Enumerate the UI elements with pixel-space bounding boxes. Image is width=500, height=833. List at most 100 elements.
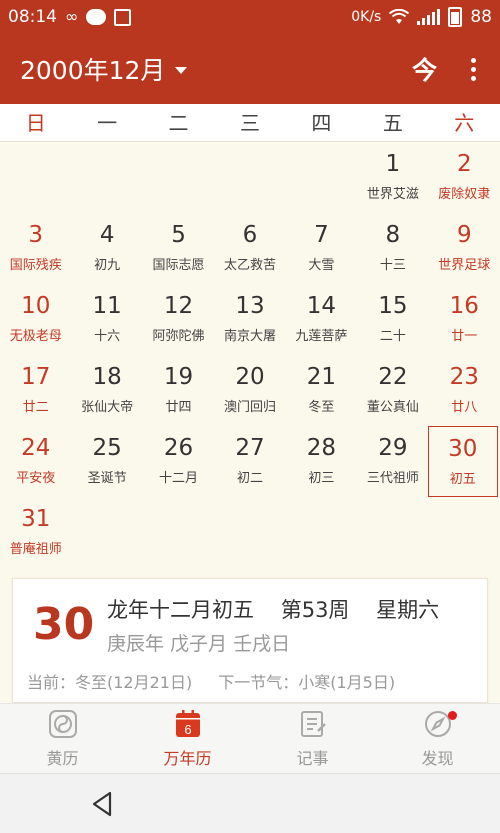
today-button[interactable]: 今 — [412, 51, 437, 87]
calendar-blank-cell — [143, 142, 214, 213]
day-subtitle: 冬至 — [308, 400, 335, 415]
day-subtitle: 廿二 — [22, 400, 49, 415]
yinyang-icon — [48, 709, 77, 738]
calendar-day-5[interactable]: 5 国际志愿 — [143, 213, 214, 284]
day-subtitle: 太乙救苦 — [223, 258, 276, 273]
calendar-day-9[interactable]: 9 世界足球 — [429, 213, 500, 284]
current-solar-term: 当前：冬至(12月21日) — [27, 673, 193, 692]
day-number: 14 — [306, 293, 337, 319]
tab-huangli[interactable]: 黄历 — [0, 704, 125, 773]
calendar-day-22[interactable]: 22 董公真仙 — [357, 355, 428, 426]
tab-calendar[interactable]: 6 万年历 — [125, 704, 250, 773]
calendar-day-10[interactable]: 10 无极老母 — [0, 284, 71, 355]
day-number: 4 — [99, 222, 115, 248]
system-nav-bar — [0, 773, 500, 833]
battery-level: 88 — [470, 7, 492, 27]
tab-discover[interactable]: 发现 — [375, 704, 500, 773]
day-subtitle: 阿弥陀佛 — [152, 329, 205, 344]
calendar-day-13[interactable]: 13 南京大屠 — [214, 284, 285, 355]
day-number: 1 — [385, 151, 401, 177]
calendar-day-30[interactable]: 30 初五 — [427, 426, 498, 497]
weekday-fri: 五 — [382, 111, 403, 135]
calendar-day-20[interactable]: 20 澳门回归 — [214, 355, 285, 426]
day-detail-card[interactable]: 30 龙年十二月初五 第53周 星期六 庚辰年 戊子月 壬戌日 当前：冬至(12… — [12, 578, 488, 703]
day-subtitle: 十二月 — [159, 471, 199, 486]
day-subtitle: 廿八 — [451, 400, 478, 415]
bottom-tab-bar: 黄历 6 万年历 记事 发现 — [0, 703, 500, 773]
day-subtitle: 国际志愿 — [152, 258, 205, 273]
day-number: 28 — [306, 435, 337, 461]
day-subtitle: 世界艾滋 — [366, 187, 419, 202]
calendar-day-17[interactable]: 17 廿二 — [0, 355, 71, 426]
day-number: 26 — [163, 435, 194, 461]
calendar-day-19[interactable]: 19 廿四 — [143, 355, 214, 426]
day-number: 17 — [21, 364, 51, 390]
calendar-day-29[interactable]: 29 三代祖师 — [357, 426, 428, 497]
calendar-day-16[interactable]: 16 廿一 — [429, 284, 500, 355]
calendar-day-28[interactable]: 28 初三 — [286, 426, 357, 497]
day-subtitle: 十六 — [94, 329, 121, 344]
day-subtitle: 廿一 — [451, 329, 478, 344]
message-icon — [86, 9, 107, 25]
day-subtitle: 廿四 — [165, 400, 192, 415]
calendar-day-3[interactable]: 3 国际残疾 — [0, 213, 71, 284]
day-subtitle: 张仙大帝 — [81, 400, 134, 415]
day-subtitle: 南京大屠 — [223, 329, 276, 344]
day-number: 3 — [28, 222, 44, 248]
calendar-blank-cell — [71, 142, 142, 213]
calendar-day-6[interactable]: 6 太乙救苦 — [214, 213, 285, 284]
calendar-day-24[interactable]: 24 平安夜 — [0, 426, 71, 497]
day-number: 27 — [235, 435, 265, 461]
battery-icon — [448, 7, 463, 27]
day-number: 9 — [456, 222, 472, 248]
day-number: 25 — [92, 435, 122, 461]
month-picker[interactable]: 2000年12月 — [20, 51, 188, 87]
weekday-wed: 三 — [239, 111, 260, 135]
detail-day-number: 30 — [33, 599, 95, 650]
calendar-day-1[interactable]: 1 世界艾滋 — [357, 142, 428, 213]
app-bar: 2000年12月 今 — [0, 34, 500, 104]
calendar-day-11[interactable]: 11 十六 — [71, 284, 142, 355]
day-number: 2 — [456, 151, 472, 177]
calendar-day-27[interactable]: 27 初二 — [214, 426, 285, 497]
detail-lunar-line: 龙年十二月初五 第53周 星期六 — [107, 594, 439, 624]
calendar-day-23[interactable]: 23 廿八 — [429, 355, 500, 426]
calendar-day-18[interactable]: 18 张仙大帝 — [71, 355, 142, 426]
day-number: 18 — [92, 364, 122, 390]
weekday-sat: 六 — [454, 111, 475, 135]
calendar-day-7[interactable]: 7 大雪 — [286, 213, 357, 284]
tab-label: 记事 — [296, 748, 329, 768]
tab-notes[interactable]: 记事 — [250, 704, 375, 773]
day-subtitle: 十三 — [379, 258, 406, 273]
calendar-icon: 6 — [175, 709, 200, 737]
day-number: 5 — [171, 222, 186, 248]
calendar-day-15[interactable]: 15 二十 — [357, 284, 428, 355]
caret-down-icon — [175, 66, 188, 74]
back-icon[interactable] — [88, 789, 118, 819]
calendar-day-4[interactable]: 4 初九 — [71, 213, 142, 284]
more-options-icon[interactable] — [467, 54, 480, 85]
note-icon — [300, 710, 326, 737]
day-number: 8 — [385, 222, 401, 248]
month-title: 2000年12月 — [20, 56, 166, 85]
calendar-day-2[interactable]: 2 废除奴隶 — [429, 142, 500, 213]
day-number: 23 — [449, 364, 479, 390]
calendar-day-8[interactable]: 8 十三 — [357, 213, 428, 284]
day-subtitle: 初三 — [308, 471, 335, 486]
day-number: 19 — [163, 364, 194, 390]
day-subtitle: 初二 — [236, 471, 263, 486]
infinity-icon: ∞ — [65, 7, 79, 26]
calendar-day-25[interactable]: 25 圣诞节 — [71, 426, 142, 497]
day-number: 30 — [448, 436, 478, 462]
next-solar-term: 下一节气：小寒(1月5日) — [218, 673, 396, 692]
status-time: 08:14 — [8, 7, 57, 27]
calendar-day-21[interactable]: 21 冬至 — [286, 355, 357, 426]
calendar-day-31[interactable]: 31 普庵祖师 — [0, 497, 71, 568]
calendar-day-14[interactable]: 14 九莲菩萨 — [286, 284, 357, 355]
solar-terms-line: 当前：冬至(12月21日) 下一节气：小寒(1月5日) — [27, 669, 395, 693]
day-number: 10 — [21, 293, 51, 319]
calendar-day-26[interactable]: 26 十二月 — [143, 426, 214, 497]
tab-label: 黄历 — [46, 748, 79, 768]
calendar-day-12[interactable]: 12 阿弥陀佛 — [143, 284, 214, 355]
tab-label: 万年历 — [163, 748, 212, 768]
